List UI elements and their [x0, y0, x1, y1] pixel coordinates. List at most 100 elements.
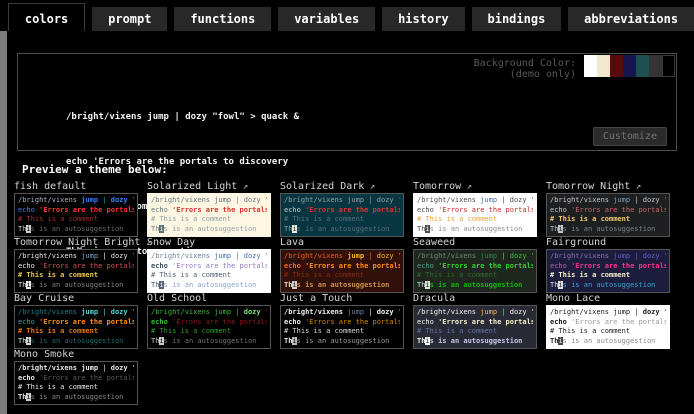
theme-sample-line: This is an autosuggestion: [18, 225, 134, 235]
theme-cell: Dracula /bright/vixens jump | dozy "echo…: [413, 293, 537, 349]
theme-title: Bay Cruise: [14, 293, 138, 305]
external-link-icon[interactable]: ↗: [461, 182, 472, 192]
background-color-picker: Background Color: (demo only): [474, 55, 675, 80]
theme-sample-line: echo 'Errors are the portals: [417, 206, 533, 216]
external-link-icon[interactable]: ↗: [237, 182, 248, 192]
theme-sample-line: # This is a comment: [417, 215, 533, 225]
theme-preview-card[interactable]: /bright/vixens jump | dozy "echo 'Errors…: [147, 305, 271, 349]
theme-preview-card[interactable]: /bright/vixens jump | dozy "echo 'Errors…: [14, 305, 138, 349]
theme-cell: Solarized Dark ↗ /bright/vixens jump | d…: [280, 181, 404, 237]
theme-sample-line: /bright/vixens jump | dozy ": [151, 196, 267, 206]
theme-sample-line: # This is a comment: [18, 327, 134, 337]
theme-sample-line: /bright/vixens jump | dozy ": [550, 252, 666, 262]
external-link-icon[interactable]: ↗: [364, 182, 375, 192]
theme-sample-line: /bright/vixens jump | dozy ": [417, 196, 533, 206]
background-swatch[interactable]: [597, 55, 610, 77]
theme-preview-card[interactable]: /bright/vixens jump | dozy "echo 'Errors…: [280, 249, 404, 293]
theme-preview-card[interactable]: /bright/vixens jump | dozy "echo 'Errors…: [280, 193, 404, 237]
theme-sample-line: /bright/vixens jump | dozy ": [18, 196, 134, 206]
theme-title: Tomorrow ↗: [413, 181, 537, 193]
theme-sample-line: # This is a comment: [550, 327, 666, 337]
theme-cell: Mono Lace /bright/vixens jump | dozy "ec…: [546, 293, 670, 349]
theme-title: Mono Lace: [546, 293, 670, 305]
theme-sample-line: This is an autosuggestion: [550, 337, 666, 347]
theme-sample-line: # This is a comment: [151, 271, 267, 281]
tab-bar: colors prompt functions variables histor…: [0, 0, 694, 31]
theme-sample-line: This is an autosuggestion: [417, 281, 533, 291]
theme-sample-line: This is an autosuggestion: [284, 281, 400, 291]
theme-preview-card[interactable]: /bright/vixens jump | dozy "echo 'Errors…: [14, 361, 138, 405]
theme-name: Tomorrow Night Bright: [14, 237, 140, 248]
theme-cell: Fairground /bright/vixens jump | dozy "e…: [546, 237, 670, 293]
theme-title: Old School: [147, 293, 271, 305]
theme-sample-line: echo 'Errors are the portals: [151, 318, 267, 328]
tab-abbreviations[interactable]: abbreviations: [568, 7, 694, 31]
theme-preview-card[interactable]: /bright/vixens jump | dozy "echo 'Errors…: [546, 305, 670, 349]
theme-sample-line: /bright/vixens jump | dozy ": [151, 252, 267, 262]
theme-sample-line: /bright/vixens jump | dozy ": [18, 308, 134, 318]
background-swatch[interactable]: [623, 55, 636, 77]
theme-name: Solarized Light: [147, 181, 237, 192]
theme-sample-line: # This is a comment: [417, 327, 533, 337]
theme-sample-line: echo 'Errors are the portals: [550, 206, 666, 216]
theme-sample-line: echo 'Errors are the portals: [284, 262, 400, 272]
theme-sample-line: /bright/vixens jump | dozy ": [417, 252, 533, 262]
theme-sample-line: This is an autosuggestion: [417, 337, 533, 347]
theme-sample-line: This is an autosuggestion: [18, 337, 134, 347]
background-color-label: Background Color: (demo only): [474, 55, 576, 80]
tab-functions[interactable]: functions: [174, 7, 271, 31]
theme-title: Dracula: [413, 293, 537, 305]
theme-name: Bay Cruise: [14, 293, 74, 304]
theme-preview-card[interactable]: /bright/vixens jump | dozy "echo 'Errors…: [14, 193, 138, 237]
tab-prompt[interactable]: prompt: [92, 7, 167, 31]
theme-sample-line: echo 'Errors are the portals: [550, 318, 666, 328]
theme-cell: Old School /bright/vixens jump | dozy "e…: [147, 293, 271, 349]
theme-preview-card[interactable]: /bright/vixens jump | dozy "echo 'Errors…: [147, 193, 271, 237]
tab-history[interactable]: history: [382, 7, 464, 31]
theme-title: Seaweed: [413, 237, 537, 249]
theme-sample-line: echo 'Errors are the portals: [417, 318, 533, 328]
theme-cell: fish default /bright/vixens jump | dozy …: [14, 181, 138, 237]
theme-preview-card[interactable]: /bright/vixens jump | dozy "echo 'Errors…: [546, 249, 670, 293]
theme-title: Tomorrow Night Bright ↗: [14, 237, 138, 249]
theme-sample-line: This is an autosuggestion: [18, 281, 134, 291]
external-link-icon[interactable]: ↗: [630, 182, 641, 192]
background-swatch[interactable]: [649, 55, 662, 77]
background-swatches: [584, 55, 675, 77]
theme-preview-card[interactable]: /bright/vixens jump | dozy "echo 'Errors…: [280, 305, 404, 349]
tab-bindings[interactable]: bindings: [472, 7, 562, 31]
theme-sample-line: # This is a comment: [18, 271, 134, 281]
theme-name: Mono Lace: [546, 293, 600, 304]
background-swatch[interactable]: [636, 55, 649, 77]
theme-sample-line: echo 'Errors are the portals: [417, 262, 533, 272]
theme-grid: fish default /bright/vixens jump | dozy …: [14, 181, 670, 405]
background-swatch[interactable]: [610, 55, 623, 77]
theme-sample-line: echo 'Errors are the portals: [151, 262, 267, 272]
background-swatch[interactable]: [584, 55, 597, 77]
theme-preview-card[interactable]: /bright/vixens jump | dozy "echo 'Errors…: [14, 249, 138, 293]
theme-sample-line: # This is a comment: [151, 215, 267, 225]
theme-cell: Just a Touch /bright/vixens jump | dozy …: [280, 293, 404, 349]
theme-cell: Lava /bright/vixens jump | dozy "echo 'E…: [280, 237, 404, 293]
theme-name: Snow Day: [147, 237, 195, 248]
theme-sample-line: /bright/vixens jump | dozy ": [151, 308, 267, 318]
background-swatch[interactable]: [662, 55, 675, 77]
theme-name: Seaweed: [413, 237, 455, 248]
customize-button[interactable]: Customize: [593, 127, 667, 146]
theme-preview-card[interactable]: /bright/vixens jump | dozy "echo 'Errors…: [413, 193, 537, 237]
theme-sample-line: This is an autosuggestion: [151, 337, 267, 347]
theme-cell: Seaweed /bright/vixens jump | dozy "echo…: [413, 237, 537, 293]
theme-name: Just a Touch: [280, 293, 352, 304]
theme-title: Mono Smoke: [14, 349, 138, 361]
tab-variables[interactable]: variables: [278, 7, 375, 31]
theme-preview-card[interactable]: /bright/vixens jump | dozy "echo 'Errors…: [413, 249, 537, 293]
page-left-edge: [0, 10, 7, 414]
tab-colors[interactable]: colors: [8, 3, 85, 31]
theme-sample-line: /bright/vixens jump | dozy ": [550, 196, 666, 206]
theme-preview-card[interactable]: /bright/vixens jump | dozy "echo 'Errors…: [413, 305, 537, 349]
theme-preview-card[interactable]: /bright/vixens jump | dozy "echo 'Errors…: [147, 249, 271, 293]
theme-name: Solarized Dark: [280, 181, 364, 192]
theme-cell: Tomorrow Night Bright ↗ /bright/vixens j…: [14, 237, 138, 293]
theme-name: fish default: [14, 181, 86, 192]
theme-preview-card[interactable]: /bright/vixens jump | dozy "echo 'Errors…: [546, 193, 670, 237]
